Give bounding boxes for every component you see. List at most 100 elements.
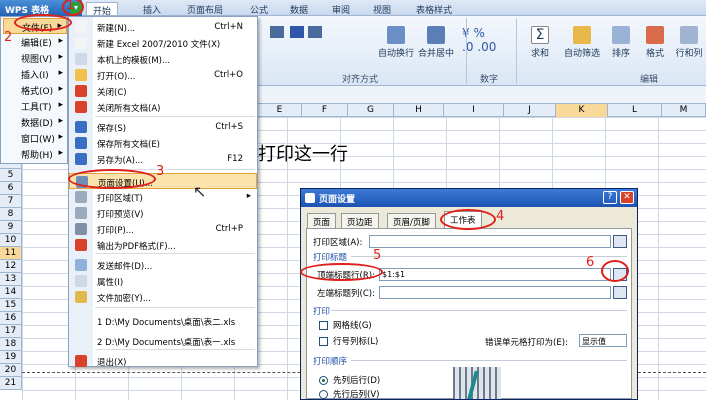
- column-header[interactable]: M: [662, 104, 706, 117]
- print-titles-section: 打印标题: [313, 253, 348, 263]
- auto-filter-button[interactable]: 自动筛选: [562, 26, 602, 59]
- file-menu-item[interactable]: 属性(I): [69, 273, 257, 289]
- menu-item-icon: [75, 223, 87, 235]
- print-order-section: 打印顺序: [313, 357, 348, 367]
- column-header[interactable]: G: [348, 104, 394, 117]
- file-menu-item[interactable]: 新建 Excel 2007/2010 文件(X): [69, 35, 257, 51]
- file-menu-item[interactable]: 打印预览(V): [69, 205, 257, 221]
- top-rows-input[interactable]: $1:$1: [379, 268, 611, 281]
- row-header[interactable]: 9: [0, 221, 22, 234]
- rowcol-headers-checkbox[interactable]: [319, 337, 328, 346]
- format-button[interactable]: 格式: [640, 26, 670, 59]
- row-header[interactable]: 7: [0, 195, 22, 208]
- row-header[interactable]: 14: [0, 286, 22, 299]
- menu-item-icon: [75, 259, 87, 271]
- row-header[interactable]: 17: [0, 325, 22, 338]
- side-menu-item[interactable]: 数据(D) ▸: [3, 114, 67, 130]
- help-button[interactable]: ?: [603, 191, 617, 204]
- chevron-right-icon: ▸: [58, 132, 63, 142]
- row-header[interactable]: 18: [0, 338, 22, 351]
- file-menu-item[interactable]: 保存(S) Ctrl+S: [69, 119, 257, 135]
- row-header[interactable]: 6: [0, 182, 22, 195]
- column-header[interactable]: F: [302, 104, 348, 117]
- row-header[interactable]: 21: [0, 377, 22, 390]
- left-cols-input[interactable]: [379, 286, 611, 299]
- row-header[interactable]: 8: [0, 208, 22, 221]
- side-menu-item[interactable]: 插入(I) ▸: [3, 66, 67, 82]
- file-menu-item[interactable]: 1 D:\My Documents\桌面\表二.xls: [69, 313, 257, 329]
- file-menu-item[interactable]: 打开(O)... Ctrl+O: [69, 67, 257, 83]
- sum-button[interactable]: Σ 求和: [522, 26, 558, 59]
- error-cells-select[interactable]: 显示值: [579, 334, 627, 347]
- file-menu-item[interactable]: 输出为PDF格式(F)...: [69, 237, 257, 253]
- tab-header-footer[interactable]: 页眉/页脚: [387, 213, 436, 228]
- file-menu-item[interactable]: 打印区域(T) ▸: [69, 189, 257, 205]
- filter-icon: [573, 26, 591, 44]
- file-menu-item[interactable]: 发送邮件(D)...: [69, 257, 257, 273]
- align-center-icon[interactable]: [290, 26, 304, 38]
- row-header[interactable]: 20: [0, 364, 22, 377]
- order-down-label: 先列后行(D): [333, 376, 381, 386]
- file-menu-item[interactable]: 本机上的模板(M)...: [69, 51, 257, 67]
- file-menu-item[interactable]: 退出(X): [69, 353, 257, 369]
- side-menu-item[interactable]: 视图(V) ▸: [3, 50, 67, 66]
- group-label-edit: 编辑: [640, 75, 659, 85]
- tab-7[interactable]: 表格样式: [410, 2, 458, 16]
- number-format-icons[interactable]: ¥ % .0 .00: [462, 26, 512, 56]
- tab-6[interactable]: 视图: [367, 2, 397, 16]
- row-col-button[interactable]: 行和列: [672, 26, 706, 59]
- row-header[interactable]: 11: [0, 247, 22, 260]
- tab-2[interactable]: 页面布局: [181, 2, 229, 16]
- side-menu-item[interactable]: 编辑(E) ▸: [3, 34, 67, 50]
- sort-icon: [612, 26, 630, 44]
- file-menu-item[interactable]: 文件加密(Y)...: [69, 289, 257, 305]
- chevron-right-icon: ▸: [58, 84, 63, 94]
- row-header[interactable]: 15: [0, 299, 22, 312]
- file-menu-item[interactable]: 关闭(C): [69, 83, 257, 99]
- menu-item-icon: [75, 153, 87, 165]
- column-header[interactable]: I: [444, 104, 504, 117]
- tab-margins[interactable]: 页边距: [341, 213, 379, 228]
- side-menu-item[interactable]: 格式(O) ▸: [3, 82, 67, 98]
- order-over-radio[interactable]: [319, 390, 328, 399]
- wrap-text-button[interactable]: 自动换行: [378, 26, 414, 59]
- group-label-align: 对齐方式: [342, 75, 379, 85]
- row-header[interactable]: 12: [0, 260, 22, 273]
- tab-5[interactable]: 审阅: [326, 2, 356, 16]
- row-header[interactable]: 10: [0, 234, 22, 247]
- row-header[interactable]: 16: [0, 312, 22, 325]
- tab-page[interactable]: 页面: [307, 213, 337, 228]
- row-header[interactable]: 19: [0, 351, 22, 364]
- row-header[interactable]: 13: [0, 273, 22, 286]
- side-menu-item-label: 编辑(E): [21, 39, 52, 49]
- side-menu-item[interactable]: 帮助(H) ▸: [3, 146, 67, 162]
- file-menu-item[interactable]: 打印(P)... Ctrl+P: [69, 221, 257, 237]
- file-menu-item[interactable]: 2 D:\My Documents\桌面\表一.xls: [69, 333, 257, 349]
- print-area-picker-button[interactable]: [613, 235, 627, 248]
- column-header[interactable]: E: [258, 104, 302, 117]
- gridlines-checkbox[interactable]: [319, 321, 328, 330]
- row-header[interactable]: 5: [0, 169, 22, 182]
- tab-0[interactable]: 开始: [86, 2, 119, 17]
- merge-center-button[interactable]: 合并居中: [416, 26, 456, 59]
- close-button[interactable]: ✕: [620, 191, 634, 204]
- sort-button[interactable]: 排序: [606, 26, 636, 59]
- print-area-input[interactable]: [369, 235, 611, 248]
- column-header[interactable]: L: [608, 104, 662, 117]
- side-menu-item[interactable]: 窗口(W) ▸: [3, 130, 67, 146]
- side-menu-item[interactable]: 工具(T) ▸: [3, 98, 67, 114]
- file-menu-item[interactable]: 关闭所有文档(A): [69, 99, 257, 115]
- chevron-right-icon: ▸: [58, 68, 63, 78]
- align-right-icon[interactable]: [308, 26, 322, 38]
- column-header[interactable]: K: [556, 104, 608, 117]
- tab-4[interactable]: 数据: [284, 2, 314, 16]
- column-header[interactable]: H: [394, 104, 444, 117]
- order-down-radio[interactable]: [319, 376, 328, 385]
- tab-3[interactable]: 公式: [244, 2, 274, 16]
- file-menu-item[interactable]: 保存所有文档(E): [69, 135, 257, 151]
- column-header[interactable]: J: [504, 104, 556, 117]
- align-left-icon[interactable]: [270, 26, 284, 38]
- left-cols-picker-button[interactable]: [613, 286, 627, 299]
- file-menu-item[interactable]: 新建(N)... Ctrl+N: [69, 19, 257, 35]
- tab-1[interactable]: 插入: [137, 2, 167, 16]
